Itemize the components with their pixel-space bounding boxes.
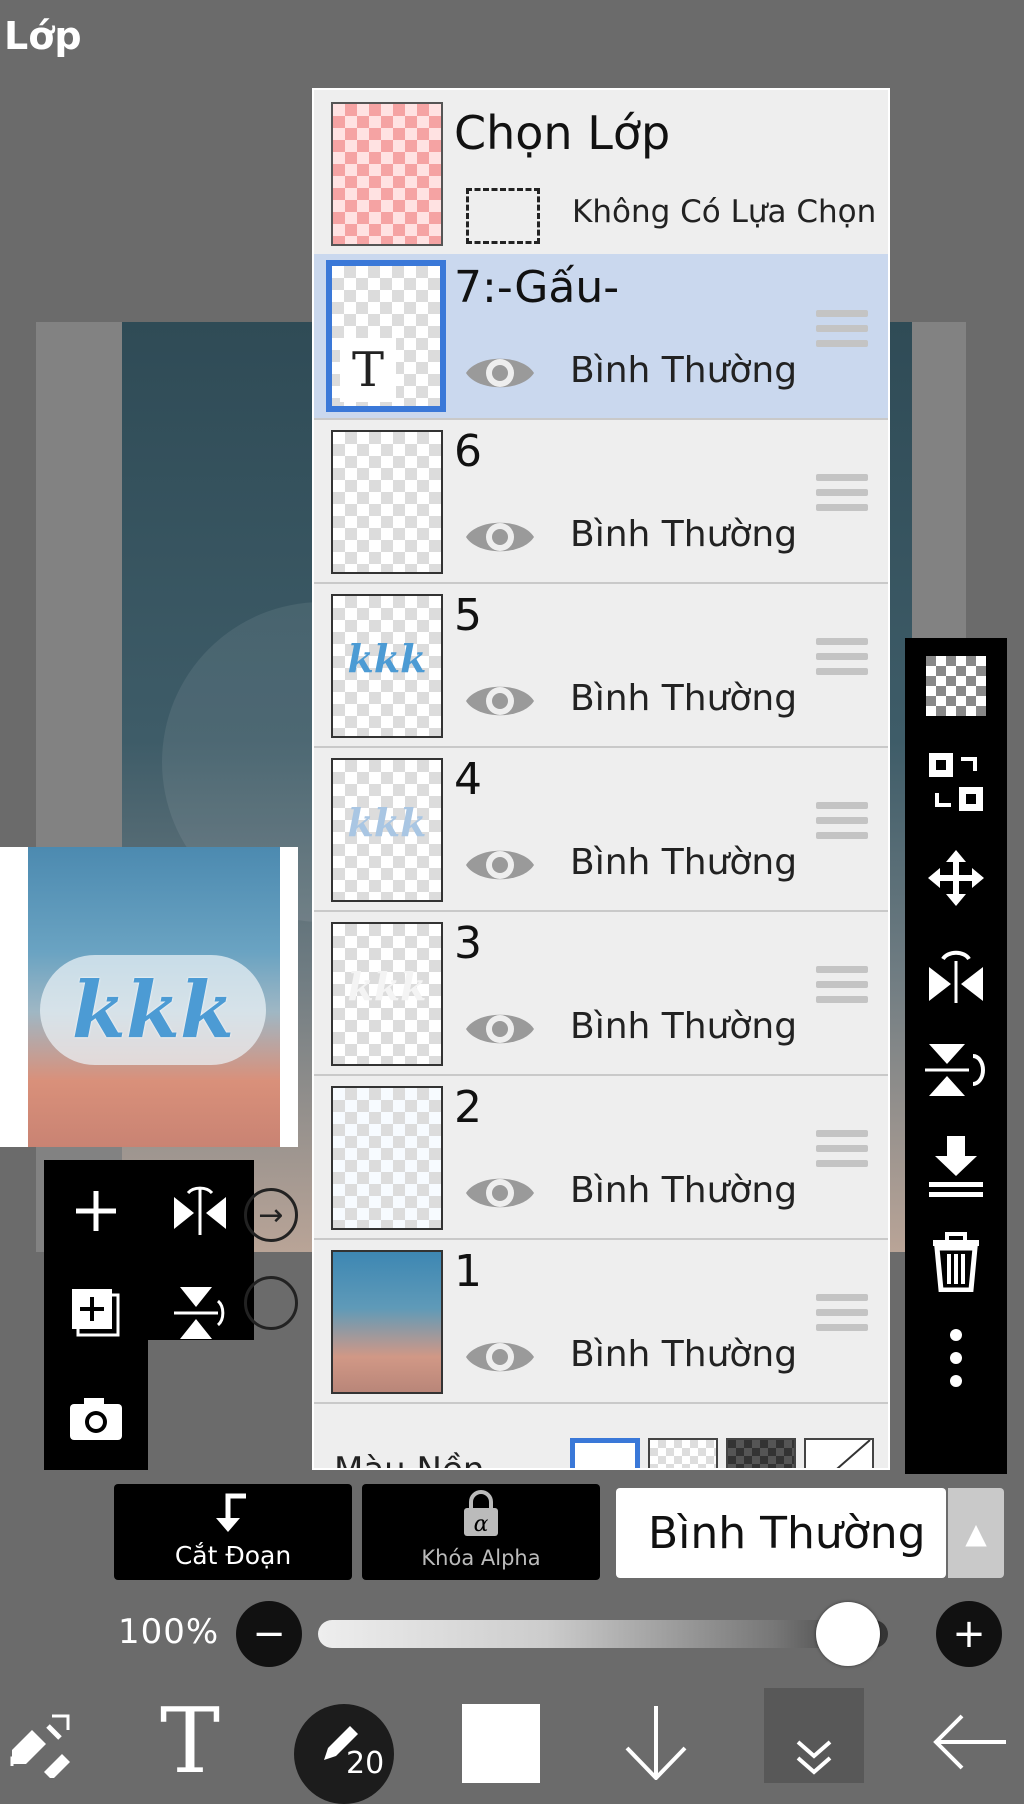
layer-name: 2 <box>454 1082 482 1133</box>
layer-thumbnail-text: kkk <box>347 964 427 1009</box>
layer-thumbnail <box>331 1086 443 1230</box>
chevron-double-down-icon <box>796 1740 832 1775</box>
layers-panel-button[interactable] <box>764 1688 864 1783</box>
layer-thumbnail: kkk <box>331 594 443 738</box>
clipping-arrow-icon <box>216 1493 246 1532</box>
layer-row[interactable]: 2 Bình Thường <box>314 1074 888 1240</box>
layer-row[interactable]: kkk 3 Bình Thường <box>314 910 888 1076</box>
background-color-label: Màu Nền <box>334 1450 485 1470</box>
layer-blend-mode: Bình Thường <box>570 1334 798 1375</box>
more-options-icon[interactable] <box>905 1310 1007 1406</box>
visibility-eye-icon[interactable] <box>464 512 536 562</box>
background-color-row: Màu Nền <box>314 1430 888 1470</box>
layer-name: 5 <box>454 590 482 641</box>
visibility-eye-icon[interactable] <box>464 1332 536 1382</box>
layer-right-toolbar <box>905 638 1007 1474</box>
layer-blend-mode: Bình Thường <box>570 350 798 391</box>
page-title: Lớp <box>4 14 82 58</box>
alpha-lock-label: Khóa Alpha <box>421 1546 541 1570</box>
color-picker-button[interactable] <box>462 1704 540 1783</box>
camera-icon[interactable] <box>51 1374 141 1464</box>
opacity-value: 100% <box>118 1612 220 1652</box>
merge-down-icon[interactable] <box>905 1118 1007 1214</box>
alpha-lock-button[interactable]: α Khóa Alpha <box>362 1484 600 1580</box>
visibility-eye-icon[interactable] <box>464 840 536 890</box>
layer-name: 7:-Gấu- <box>454 262 620 313</box>
layer-blend-mode: Bình Thường <box>570 842 798 883</box>
blend-mode-arrow-icon[interactable]: ▲ <box>948 1488 1004 1578</box>
clipping-button[interactable]: Cắt Đoạn <box>114 1484 352 1580</box>
swap-tools-icon[interactable] <box>0 1700 80 1783</box>
selection-status: Không Có Lựa Chọn <box>572 194 877 230</box>
layer-row[interactable]: 6 Bình Thường <box>314 418 888 584</box>
drag-handle-icon[interactable] <box>816 966 868 1012</box>
transparency-icon[interactable] <box>905 638 1007 734</box>
layer-row[interactable]: 1 Bình Thường <box>314 1238 888 1404</box>
opacity-increase-button[interactable]: + <box>936 1601 1002 1667</box>
opacity-slider-handle[interactable] <box>816 1602 880 1666</box>
back-arrow-icon[interactable] <box>930 1700 1010 1783</box>
drag-handle-icon[interactable] <box>816 1130 868 1176</box>
layer-name: 4 <box>454 754 482 805</box>
lock-icon: α <box>464 1490 498 1537</box>
drag-handle-icon[interactable] <box>816 638 868 684</box>
drag-handle-icon[interactable] <box>816 1294 868 1340</box>
circle-ghost-icon <box>244 1276 298 1330</box>
drag-handle-icon[interactable] <box>816 474 868 520</box>
layer-thumbnail: kkk <box>331 758 443 902</box>
flip-horizontal-icon[interactable] <box>905 926 1007 1022</box>
background-white-swatch[interactable] <box>570 1438 640 1468</box>
background-none-swatch[interactable] <box>804 1438 874 1468</box>
layer-blend-mode: Bình Thường <box>570 678 798 719</box>
layer-thumbnail <box>331 1250 443 1394</box>
layer-thumbnail <box>331 430 443 574</box>
selection-thumbnail <box>331 102 443 246</box>
canvas-preview: kkk <box>0 847 298 1147</box>
opacity-slider[interactable] <box>318 1620 888 1648</box>
drag-handle-icon[interactable] <box>816 310 868 356</box>
add-layer-copy-button[interactable] <box>51 1268 141 1358</box>
layer-thumbnail-text: kkk <box>347 800 427 845</box>
layer-name: 6 <box>454 426 482 477</box>
clipping-label: Cắt Đoạn <box>174 1541 292 1570</box>
move-icon[interactable] <box>905 830 1007 926</box>
visibility-eye-icon[interactable] <box>464 676 536 726</box>
layer-blend-mode: Bình Thường <box>570 1170 798 1211</box>
text-tool-icon[interactable]: T <box>150 1696 230 1786</box>
trash-icon[interactable] <box>905 1214 1007 1310</box>
text-layer-icon: T <box>340 338 396 402</box>
arrow-down-icon[interactable] <box>616 1700 696 1783</box>
layer-blend-mode: Bình Thường <box>570 514 798 555</box>
background-transparent-swatch[interactable] <box>648 1438 718 1468</box>
layer-thumbnail: kkk <box>331 922 443 1066</box>
layer-thumbnail: T <box>326 260 446 412</box>
preview-text: kkk <box>71 964 235 1056</box>
visibility-eye-icon[interactable] <box>464 1004 536 1054</box>
visibility-eye-icon[interactable] <box>464 1168 536 1218</box>
move-down-ghost-icon: → <box>244 1188 298 1242</box>
selection-layer-row[interactable]: Chọn Lớp Không Có Lựa Chọn <box>314 90 888 256</box>
layer-panel: Chọn Lớp Không Có Lựa Chọn T 7:-Gấu- Bình … <box>312 88 890 1470</box>
svg-text:α: α <box>474 1512 489 1537</box>
layer-row[interactable]: kkk 4 Bình Thường <box>314 746 888 912</box>
flip-horizontal-icon[interactable] <box>155 1166 245 1256</box>
flip-vertical-icon[interactable] <box>905 1022 1007 1118</box>
opacity-decrease-button[interactable]: − <box>236 1601 302 1667</box>
background-dark-swatch[interactable] <box>726 1438 796 1468</box>
add-layer-button[interactable] <box>51 1166 141 1256</box>
layer-name: 1 <box>454 1246 482 1297</box>
brush-size-value: 20 <box>346 1746 385 1781</box>
drag-handle-icon[interactable] <box>816 802 868 848</box>
layer-name: 3 <box>454 918 482 969</box>
layer-row[interactable]: kkk 5 Bình Thường <box>314 582 888 748</box>
layer-row[interactable]: T 7:-Gấu- Bình Thường <box>314 254 888 420</box>
layer-thumbnail-text: kkk <box>347 636 427 681</box>
visibility-eye-icon[interactable] <box>464 348 536 398</box>
flip-vertical-icon[interactable] <box>155 1268 245 1358</box>
selection-marquee-icon <box>466 188 540 244</box>
blend-mode-select[interactable]: Bình Thường <box>616 1488 946 1578</box>
selection-title: Chọn Lớp <box>454 106 671 160</box>
layer-blend-mode: Bình Thường <box>570 1006 798 1047</box>
swap-layers-icon[interactable] <box>905 734 1007 830</box>
